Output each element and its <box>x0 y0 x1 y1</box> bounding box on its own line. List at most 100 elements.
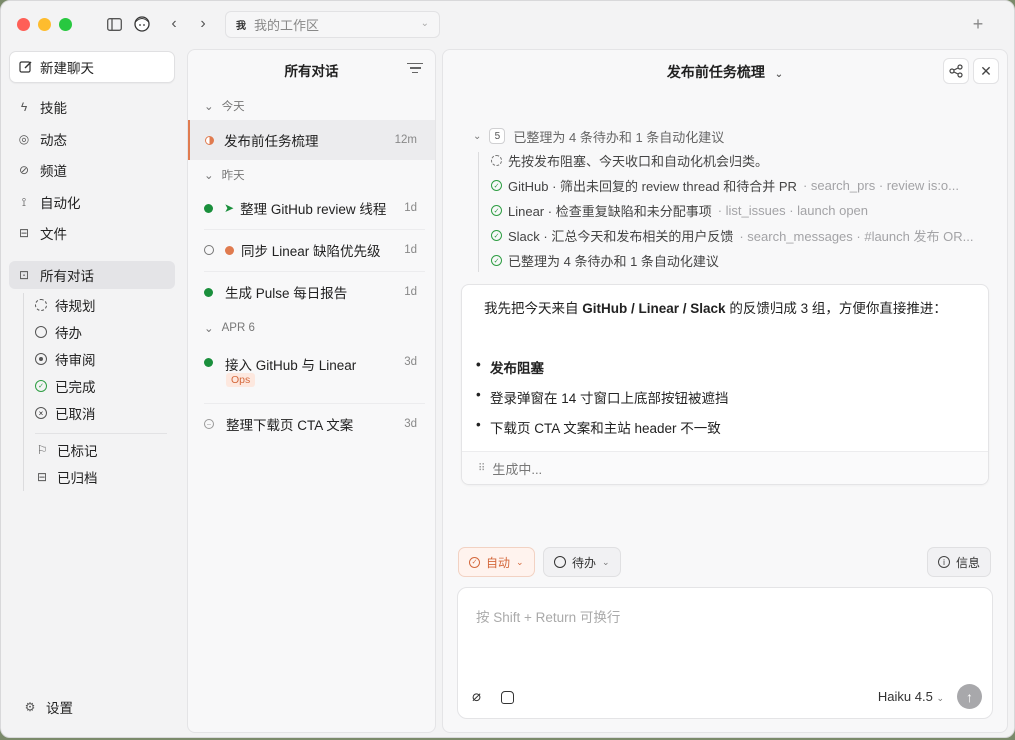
group-header-yesterday[interactable]: ⌄ 昨天 <box>204 167 245 183</box>
window-controls <box>17 17 72 31</box>
flag-icon: ⚐ <box>36 443 48 457</box>
info-icon: i <box>937 556 950 568</box>
step-text: 先按发布阻塞、今天收口和自动化机会归类。 <box>508 154 769 169</box>
sidebar-toggle-icon[interactable] <box>104 14 124 34</box>
chevron-down-icon: ⌄ <box>602 556 610 567</box>
filter-icon[interactable] <box>407 63 423 77</box>
maximize-window-button[interactable] <box>59 17 72 31</box>
conversation-item[interactable]: 接入 GitHub 与 Linear 3d Ops <box>188 346 435 400</box>
sidebar-item-channels[interactable]: ⊘ 频道 <box>9 156 175 184</box>
avatar[interactable] <box>132 14 152 34</box>
forward-icon[interactable]: › <box>193 14 213 34</box>
info-button[interactable]: i 信息 <box>926 547 991 577</box>
send-button[interactable]: ↑ <box>957 684 982 709</box>
share-button[interactable] <box>943 58 969 84</box>
conversation-title: 同步 Linear 缺陷优先级 <box>241 244 381 259</box>
sidebar-item-flagged[interactable]: ⚐ 已标记 <box>35 438 98 462</box>
sidebar-item-archived[interactable]: ⊟ 已归档 <box>35 465 98 489</box>
chevron-down-icon: ⌄ <box>420 18 429 29</box>
chevron-down-icon: ⌄ <box>516 556 524 567</box>
chip-label: 自动 <box>486 555 511 570</box>
paperclip-icon[interactable]: ⌀ <box>472 687 481 705</box>
close-panel-button[interactable]: ✕ <box>973 58 999 84</box>
sidebar: 新建聊天 ϟ 技能 ◎ 动态 ⊘ 频道 ⟟ 自动化 ⊟ 文件 ⊡ 所有对话 待规… <box>1 47 185 737</box>
new-tab-plus-icon[interactable]: + <box>968 14 988 34</box>
sidebar-item-label: 所有对话 <box>40 269 94 284</box>
conversation-time: 1d <box>404 202 417 214</box>
status-label: 已取消 <box>55 407 96 422</box>
message-composer[interactable]: 按 Shift + Return 可换行 ⌀ Haiku 4.5 ⌄ ↑ <box>457 587 993 719</box>
workspace-selector[interactable]: 我 我的工作区 ⌄ <box>225 11 440 38</box>
send-arrow-icon: ➤ <box>224 201 235 215</box>
sidebar-item-skills[interactable]: ϟ 技能 <box>9 93 175 121</box>
tool-icon[interactable] <box>501 691 514 704</box>
automation-icon: ⟟ <box>21 194 27 209</box>
status-dot <box>204 358 213 367</box>
tool-steps: ⌄ 5 已整理为 4 条待办和 1 条自动化建议 先按发布阻塞、今天收口和自动化… <box>473 124 983 273</box>
conversation-title: 整理下载页 CTA 文案 <box>226 418 354 433</box>
conversation-item[interactable]: ➤ 整理 GitHub review 线程 1d <box>188 190 435 226</box>
back-icon[interactable]: ‹ <box>164 14 184 34</box>
conversation-title: 生成 Pulse 每日报告 <box>225 286 348 301</box>
check-circle-icon: ✓ <box>491 230 502 241</box>
message-input[interactable]: 按 Shift + Return 可换行 <box>476 606 620 626</box>
chip-label: 待办 <box>572 555 597 570</box>
check-circle-icon: ✓ <box>469 556 480 568</box>
sidebar-item-automation[interactable]: ⟟ 自动化 <box>9 188 175 216</box>
chevron-down-icon: ⌄ <box>936 693 944 703</box>
step-meta: · search_messages · #launch 发布 OR... <box>739 229 974 244</box>
settings-label: 设置 <box>46 701 73 716</box>
status-cancelled[interactable]: × 已取消 <box>35 401 96 425</box>
settings-button[interactable]: ⚙ 设置 <box>23 697 73 717</box>
conversation-time: 3d <box>404 356 417 368</box>
circle-icon <box>35 326 47 338</box>
divider <box>204 403 425 404</box>
check-circle-icon: ✓ <box>491 255 502 266</box>
conversation-item[interactable]: 发布前任务梳理 12m <box>188 120 435 160</box>
tag-badge: Ops <box>226 373 256 387</box>
status-planning[interactable]: 待规划 <box>35 293 96 317</box>
conversation-time: 1d <box>404 244 417 256</box>
auto-mode-chip[interactable]: ✓ 自动 ⌄ <box>458 547 535 577</box>
status-chip[interactable]: 待办 ⌄ <box>543 547 621 577</box>
status-todo[interactable]: 待办 <box>35 320 82 344</box>
workspace-badge: 我 <box>236 21 246 32</box>
chevron-down-icon: ⌄ <box>204 170 214 182</box>
group-header-today[interactable]: ⌄ 今天 <box>204 98 245 114</box>
minimize-window-button[interactable] <box>38 17 51 31</box>
bullet-heading: 发布阻塞 <box>476 357 544 377</box>
sidebar-item-all-chats[interactable]: ⊡ 所有对话 <box>9 261 175 289</box>
cancelled-circle-icon: – <box>204 419 214 429</box>
chip-label: 信息 <box>955 555 980 570</box>
sidebar-item-activity[interactable]: ◎ 动态 <box>9 125 175 153</box>
status-text: 生成中... <box>492 461 543 477</box>
model-selector[interactable]: Haiku 4.5 ⌄ <box>878 689 944 704</box>
status-done[interactable]: ✓ 已完成 <box>35 374 96 398</box>
chat-panel: 发布前任务梳理 ⌄ ✕ ⌄ 5 已整理为 4 条待办和 1 条自动化建议 先按发… <box>442 49 1008 733</box>
conversation-item[interactable]: 生成 Pulse 每日报告 1d <box>188 274 435 310</box>
gear-icon: ⚙ <box>24 700 36 714</box>
assistant-message: 我先把今天来自 GitHub / Linear / Slack 的反馈归成 3 … <box>461 284 989 485</box>
generating-status: ⠿ 生成中... <box>462 451 988 484</box>
archive-icon: ⊟ <box>36 470 48 484</box>
steps-count: 5 <box>489 128 506 144</box>
new-chat-label: 新建聊天 <box>40 61 94 76</box>
step-text: 已整理为 4 条待办和 1 条自动化建议 <box>508 254 719 269</box>
sidebar-item-files[interactable]: ⊟ 文件 <box>9 219 175 247</box>
conversation-item[interactable]: 同步 Linear 缺陷优先级 1d <box>188 232 435 268</box>
status-review[interactable]: 待审阅 <box>35 347 96 371</box>
close-window-button[interactable] <box>17 17 30 31</box>
conversation-item[interactable]: – 整理下载页 CTA 文案 3d <box>188 406 435 442</box>
group-header-apr6[interactable]: ⌄ APR 6 <box>204 321 255 335</box>
chevron-down-icon: ⌄ <box>473 130 482 142</box>
chat-title[interactable]: 发布前任务梳理 ⌄ <box>443 62 1007 82</box>
grip-dots-icon: ⠿ <box>478 462 485 474</box>
app-window: ‹ › 我 我的工作区 ⌄ + 新建聊天 ϟ 技能 ◎ 动态 ⊘ 频道 ⟟ 自动… <box>0 0 1015 738</box>
intro-text: 我先把今天来自 <box>484 301 583 316</box>
conversation-title: 发布前任务梳理 <box>224 134 319 149</box>
steps-header[interactable]: ⌄ 5 已整理为 4 条待办和 1 条自动化建议 <box>473 124 983 148</box>
channel-icon: ⊘ <box>18 163 30 177</box>
check-circle-icon: ✓ <box>35 380 47 392</box>
new-chat-button[interactable]: 新建聊天 <box>9 51 175 83</box>
x-circle-icon: × <box>35 407 47 419</box>
